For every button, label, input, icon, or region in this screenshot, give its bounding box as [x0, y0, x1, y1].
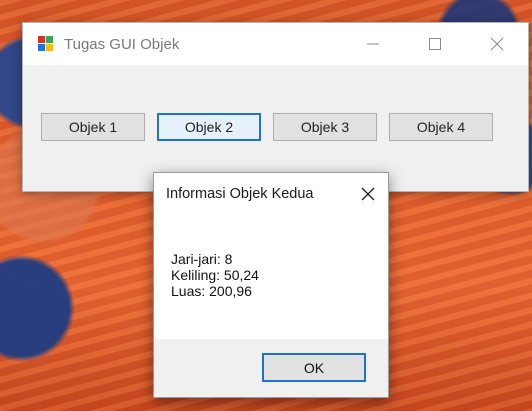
objek-1-button[interactable]: Objek 1	[41, 113, 145, 141]
area-text: Luas: 200,96	[171, 283, 252, 299]
radius-text: Jari-jari: 8	[171, 251, 233, 267]
minimize-button[interactable]	[342, 23, 404, 65]
objek-3-button[interactable]: Objek 3	[273, 113, 377, 141]
close-icon	[490, 37, 504, 51]
dialog-message: Jari-jari: 8 Keliling: 50,24 Luas: 200,9…	[171, 251, 259, 299]
close-icon	[361, 187, 375, 201]
app-window-icon	[38, 36, 54, 52]
maximize-icon	[429, 38, 441, 50]
dialog-close-button[interactable]	[356, 182, 380, 206]
close-button[interactable]	[466, 23, 528, 65]
objek-2-button[interactable]: Objek 2	[157, 113, 261, 141]
minimize-icon	[367, 43, 379, 45]
main-window-titlebar[interactable]: Tugas GUI Objek	[23, 23, 528, 65]
window-controls	[342, 23, 528, 65]
circumference-text: Keliling: 50,24	[171, 267, 259, 283]
window-title: Tugas GUI Objek	[64, 35, 180, 53]
objek-button-row: Objek 1 Objek 2 Objek 3 Objek 4	[41, 113, 505, 141]
dialog-title: Informasi Objek Kedua	[166, 186, 314, 202]
main-window: Tugas GUI Objek Objek 1 Objek 2 Objek 3 …	[22, 22, 529, 192]
maximize-button[interactable]	[404, 23, 466, 65]
dialog-titlebar[interactable]: Informasi Objek Kedua	[154, 173, 388, 215]
ok-button[interactable]: OK	[262, 353, 366, 382]
dialog-footer: OK	[154, 339, 388, 397]
info-dialog: Informasi Objek Kedua Jari-jari: 8 Kelil…	[153, 172, 389, 398]
objek-4-button[interactable]: Objek 4	[389, 113, 493, 141]
